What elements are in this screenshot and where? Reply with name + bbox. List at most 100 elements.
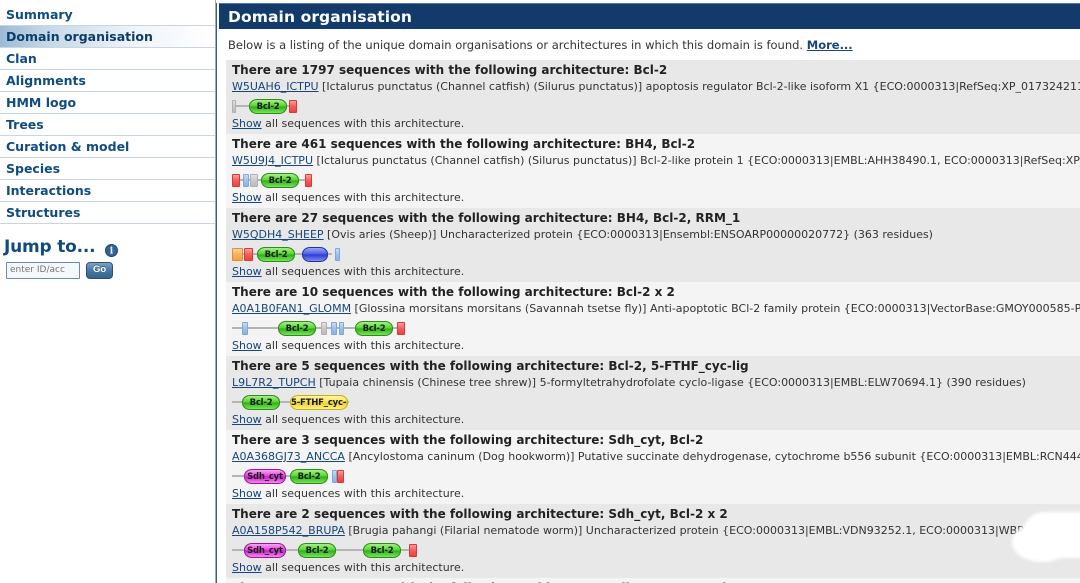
architecture-heading: There are 3 sequences with the following… bbox=[232, 433, 704, 447]
domain-pill[interactable]: Bcl-2 bbox=[278, 321, 316, 336]
sidebar-item-trees[interactable]: Trees bbox=[0, 114, 215, 136]
show-all-suffix: all sequences with this architecture. bbox=[261, 339, 465, 352]
motif-marker[interactable] bbox=[337, 470, 344, 483]
sidebar-item-alignments[interactable]: Alignments bbox=[0, 70, 215, 92]
show-all-suffix: all sequences with this architecture. bbox=[261, 487, 465, 500]
show-all-line: Show all sequences with this architectur… bbox=[232, 265, 1080, 279]
architecture-block: There are 2 sequences with the following… bbox=[226, 504, 1080, 578]
sequence-accession-link[interactable]: W5QDH4_SHEEP bbox=[232, 228, 324, 241]
domain-pill[interactable]: Sdh_cyt bbox=[244, 469, 286, 484]
jump-to-block: Jump to... i Go bbox=[0, 236, 215, 279]
motif-marker[interactable] bbox=[232, 100, 236, 113]
motif-marker[interactable] bbox=[339, 322, 344, 335]
jump-to-title: Jump to... bbox=[4, 236, 96, 257]
architecture-sequence-line: A0A368GJ73_ANCCA [Ancylostoma caninum (D… bbox=[232, 449, 1080, 464]
show-all-link[interactable]: Show bbox=[232, 561, 262, 574]
sidebar: Summary Domain organisation Clan Alignments… bbox=[0, 0, 216, 583]
show-all-link[interactable]: Show bbox=[232, 117, 262, 130]
motif-marker[interactable] bbox=[232, 174, 240, 187]
sequence-accession-link[interactable]: A0A158P542_BRUPA bbox=[232, 524, 345, 537]
architecture-sequence-line: W5U9J4_ICTPU [Ictalurus punctatus (Chann… bbox=[232, 153, 1080, 168]
sidebar-nav: Summary Domain organisation Clan Alignments… bbox=[0, 4, 215, 224]
motif-marker[interactable] bbox=[321, 322, 327, 335]
motif-marker[interactable] bbox=[397, 322, 405, 335]
architecture-block: There are 10 sequences with the followin… bbox=[226, 282, 1080, 356]
motif-marker[interactable] bbox=[335, 248, 340, 261]
sidebar-item-interactions[interactable]: Interactions bbox=[0, 180, 215, 202]
domain-pill[interactable]: Bcl-2 bbox=[249, 99, 287, 114]
sidebar-item-label: Interactions bbox=[6, 183, 92, 198]
sequence-accession-link[interactable]: A0A368GJ73_ANCCA bbox=[232, 450, 345, 463]
architecture-list: There are 1797 sequences with the follow… bbox=[226, 60, 1080, 583]
motif-marker[interactable] bbox=[331, 322, 337, 335]
domain-pill[interactable]: Sdh_cyt bbox=[244, 543, 286, 558]
jump-to-input[interactable] bbox=[6, 261, 80, 279]
architecture-heading: There are 1797 sequences with the follow… bbox=[232, 63, 668, 77]
motif-marker[interactable] bbox=[242, 322, 248, 335]
motif-marker[interactable] bbox=[409, 544, 417, 557]
domain-pill[interactable]: Bcl-2 bbox=[242, 395, 280, 410]
show-all-link[interactable]: Show bbox=[232, 191, 262, 204]
sequence-description: [Brugia pahangi (Filarial nematode worm)… bbox=[348, 524, 1080, 537]
show-all-link[interactable]: Show bbox=[232, 413, 262, 426]
sidebar-item-hmm-logo[interactable]: HMM logo bbox=[0, 92, 215, 114]
sidebar-item-domain-organisation[interactable]: Domain organisation bbox=[0, 26, 215, 48]
sequence-accession-link[interactable]: W5U9J4_ICTPU bbox=[232, 154, 313, 167]
sidebar-item-label: Clan bbox=[6, 51, 37, 66]
motif-marker[interactable] bbox=[289, 100, 297, 113]
architecture-sequence-line: A0A1B0FAN1_GLOMM [Glossina morsitans mor… bbox=[232, 301, 1080, 316]
sequence-description: [Tupaia chinensis (Chinese tree shrew)] … bbox=[315, 376, 1026, 389]
show-all-link[interactable]: Show bbox=[232, 487, 262, 500]
domain-pill[interactable] bbox=[302, 247, 328, 262]
architecture-heading: There are 2 sequences with the following… bbox=[232, 507, 728, 521]
show-all-suffix: all sequences with this architecture. bbox=[261, 265, 465, 278]
show-all-line: Show all sequences with this architectur… bbox=[232, 413, 1080, 427]
sidebar-item-label: Summary bbox=[6, 7, 73, 22]
sidebar-item-label: Structures bbox=[6, 205, 81, 220]
sequence-accession-link[interactable]: A0A1B0FAN1_GLOMM bbox=[232, 302, 351, 315]
motif-marker[interactable] bbox=[305, 174, 312, 187]
sidebar-item-curation-model[interactable]: Curation & model bbox=[0, 136, 215, 158]
sequence-description: [Ictalurus punctatus (Channel catfish) (… bbox=[322, 80, 1080, 93]
sidebar-item-species[interactable]: Species bbox=[0, 158, 215, 180]
show-all-line: Show all sequences with this architectur… bbox=[232, 191, 1080, 205]
domain-pill[interactable]: Bcl-2 bbox=[261, 173, 299, 188]
sidebar-item-label: Alignments bbox=[6, 73, 86, 88]
more-link[interactable]: More... bbox=[807, 38, 853, 52]
domain-pill[interactable]: Bcl-2 bbox=[257, 247, 295, 262]
intro-text: Below is a listing of the unique domain … bbox=[219, 29, 1080, 60]
motif-marker[interactable] bbox=[250, 174, 258, 187]
domain-pill[interactable]: Bcl-2 bbox=[363, 543, 401, 558]
sequence-accession-link[interactable]: L9L7R2_TUPCH bbox=[232, 376, 316, 389]
domain-pill[interactable]: Bcl-2 bbox=[355, 321, 393, 336]
architecture-sequence-line: W5UAH6_ICTPU [Ictalurus punctatus (Chann… bbox=[232, 79, 1080, 94]
show-all-link[interactable]: Show bbox=[232, 265, 262, 278]
motif-marker[interactable] bbox=[243, 174, 249, 187]
sequence-description: [Ictalurus punctatus (Channel catfish) (… bbox=[316, 154, 1080, 167]
jump-to-form: Go bbox=[4, 261, 215, 279]
sequence-description: [Ancylostoma caninum (Dog hookworm)] Put… bbox=[348, 450, 1080, 463]
sidebar-item-summary[interactable]: Summary bbox=[0, 4, 215, 26]
architecture-block: There are 27 sequences with the followin… bbox=[226, 208, 1080, 282]
domain-pill[interactable]: 5-FTHF_cyc-lig bbox=[290, 395, 348, 410]
sequence-accession-link[interactable]: W5UAH6_ICTPU bbox=[232, 80, 319, 93]
motif-marker[interactable] bbox=[244, 248, 253, 261]
help-icon[interactable]: i bbox=[104, 242, 118, 257]
show-all-line: Show all sequences with this architectur… bbox=[232, 339, 1080, 353]
sidebar-item-clan[interactable]: Clan bbox=[0, 48, 215, 70]
sidebar-item-structures[interactable]: Structures bbox=[0, 202, 215, 224]
architecture-sequence-line: A0A158P542_BRUPA [Brugia pahangi (Filari… bbox=[232, 523, 1080, 538]
domain-graphic: Bcl-2 bbox=[232, 170, 1080, 189]
motif-marker[interactable] bbox=[232, 248, 243, 261]
domain-pill[interactable]: Bcl-2 bbox=[290, 469, 328, 484]
main-content: Domain organisation Below is a listing o… bbox=[216, 0, 1080, 583]
show-all-link[interactable]: Show bbox=[232, 339, 262, 352]
sidebar-item-label: Trees bbox=[6, 117, 44, 132]
architecture-heading: There are 27 sequences with the followin… bbox=[232, 211, 741, 225]
intro-sentence: Below is a listing of the unique domain … bbox=[228, 38, 804, 52]
page-title-bar: Domain organisation bbox=[219, 3, 1080, 29]
architecture-sequence-line: L9L7R2_TUPCH [Tupaia chinensis (Chinese … bbox=[232, 375, 1080, 390]
jump-to-go-button[interactable]: Go bbox=[86, 261, 114, 279]
domain-graphic: Sdh_cyt Bcl-2 Bcl-2 bbox=[232, 540, 1080, 559]
domain-pill[interactable]: Bcl-2 bbox=[298, 543, 336, 558]
